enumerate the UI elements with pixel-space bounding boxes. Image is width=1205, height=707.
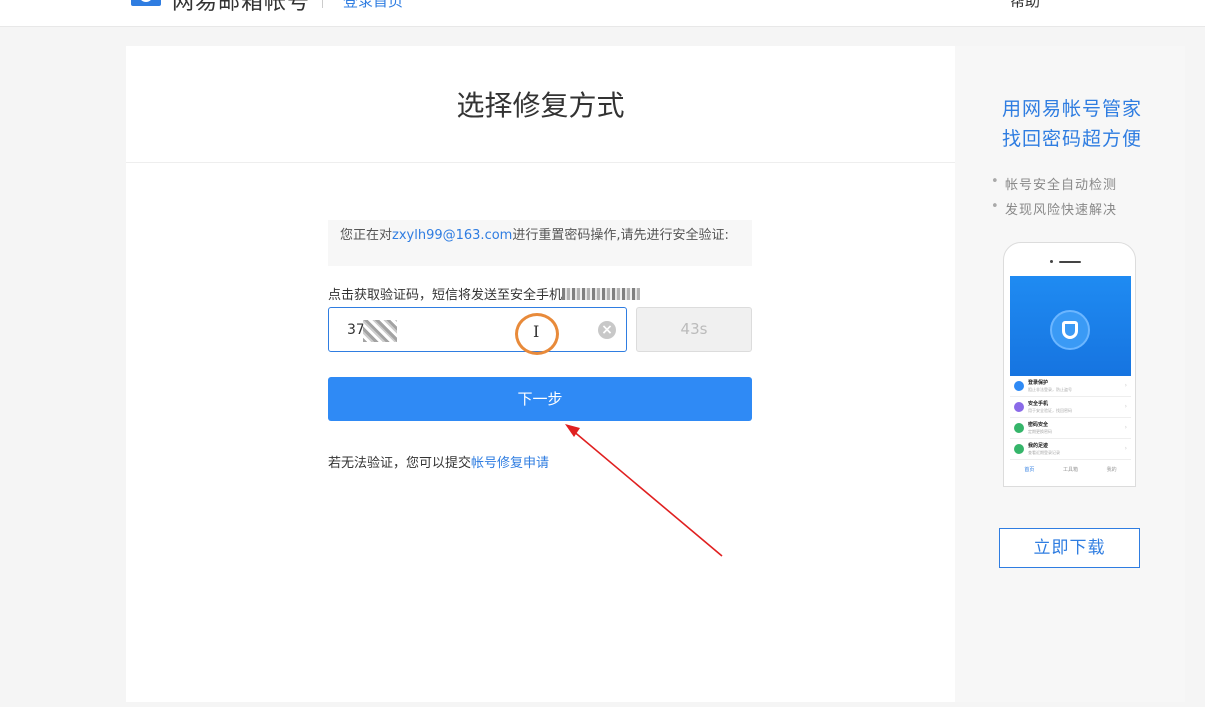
- shield-icon: [1050, 310, 1090, 350]
- notice-suffix: 进行重置密码操作,请先进行安全验证:: [512, 228, 729, 243]
- feature-item: 帐号安全自动检测: [991, 174, 1117, 193]
- next-step-button[interactable]: 下一步: [328, 377, 752, 421]
- row-title: 登录保护: [1028, 380, 1049, 386]
- promo-line-1: 用网易帐号管家: [1002, 98, 1143, 120]
- sms-hint: 点击获取验证码，短信将发送至安全手机: [328, 284, 641, 303]
- row-icon: [1014, 423, 1024, 433]
- chevron-right-icon: ›: [1124, 403, 1127, 410]
- back-to-login-link[interactable]: 登录首页: [343, 0, 403, 11]
- row-title: 安全手机: [1028, 401, 1049, 407]
- notice-email: zxylh99@163.com: [392, 228, 513, 243]
- app-header: [1010, 276, 1131, 376]
- row-icon: [1014, 402, 1024, 412]
- help-link[interactable]: 帮助: [1010, 0, 1040, 11]
- app-row: 我的足迹 查看近期登录记录 ›: [1010, 439, 1131, 460]
- row-title: 我的足迹: [1028, 443, 1049, 449]
- appeal-prefix: 若无法验证，您可以提交: [328, 456, 472, 471]
- top-header: 网易邮箱帐号 登录首页 帮助: [0, 0, 1205, 27]
- brand-divider: [322, 0, 323, 8]
- netease-logo-icon[interactable]: [131, 0, 161, 6]
- row-title: 密码安全: [1028, 422, 1049, 428]
- app-row: 登录保护 阻止非法登录，防止盗号 ›: [1010, 376, 1131, 397]
- app-tabbar: 首页 工具箱 我的: [1010, 460, 1131, 478]
- code-input-mask: [363, 320, 397, 342]
- tab-toolbox: 工具箱: [1062, 466, 1078, 473]
- app-row: 密码安全 定期更换密码 ›: [1010, 418, 1131, 439]
- tab-home: 首页: [1024, 466, 1035, 473]
- security-notice: 您正在对zxylh99@163.com进行重置密码操作,请先进行安全验证:: [328, 220, 752, 266]
- promo-sidebar: 用网易帐号管家 找回密码超方便 帐号安全自动检测 发现风险快速解决 登录保护 阻…: [955, 46, 1185, 702]
- sms-hint-text: 点击获取验证码，短信将发送至安全手机: [328, 288, 563, 303]
- phone-camera: [1050, 260, 1053, 263]
- chevron-right-icon: ›: [1124, 445, 1127, 452]
- appeal-text: 若无法验证，您可以提交帐号修复申请: [328, 452, 549, 471]
- download-button[interactable]: 立即下载: [999, 528, 1140, 568]
- masked-phone-number: [562, 288, 641, 300]
- promo-line-2: 找回密码超方便: [1002, 128, 1143, 150]
- phone-screen: 登录保护 阻止非法登录，防止盗号 › 安全手机 用于安全验证，找回密码 › 密码…: [1010, 276, 1131, 486]
- feature-item: 发现风险快速解决: [991, 199, 1117, 218]
- verification-code-field[interactable]: I ×: [328, 307, 627, 355]
- repair-card: 选择修复方式 您正在对zxylh99@163.com进行重置密码操作,请先进行安…: [126, 46, 955, 702]
- tab-mine: 我的: [1106, 466, 1117, 473]
- chevron-right-icon: ›: [1124, 424, 1127, 431]
- row-icon: [1014, 381, 1024, 391]
- row-subtitle: 查看近期登录记录: [1028, 450, 1060, 455]
- page-title: 选择修复方式: [126, 46, 955, 163]
- phone-speaker: [1059, 261, 1081, 263]
- text-cursor-icon: I: [533, 322, 540, 341]
- row-subtitle: 阻止非法登录，防止盗号: [1028, 387, 1072, 392]
- row-icon: [1014, 444, 1024, 454]
- row-subtitle: 定期更换密码: [1028, 429, 1052, 434]
- phone-mockup: 登录保护 阻止非法登录，防止盗号 › 安全手机 用于安全验证，找回密码 › 密码…: [1003, 242, 1136, 487]
- app-row: 安全手机 用于安全验证，找回密码 ›: [1010, 397, 1131, 418]
- brand-title: 网易邮箱帐号: [172, 0, 311, 15]
- resend-code-countdown-button: 43s: [636, 307, 752, 352]
- clear-icon[interactable]: ×: [598, 321, 616, 339]
- notice-prefix: 您正在对: [340, 228, 393, 243]
- row-subtitle: 用于安全验证，找回密码: [1028, 408, 1072, 413]
- chevron-right-icon: ›: [1124, 382, 1127, 389]
- account-repair-link[interactable]: 帐号修复申请: [471, 456, 549, 471]
